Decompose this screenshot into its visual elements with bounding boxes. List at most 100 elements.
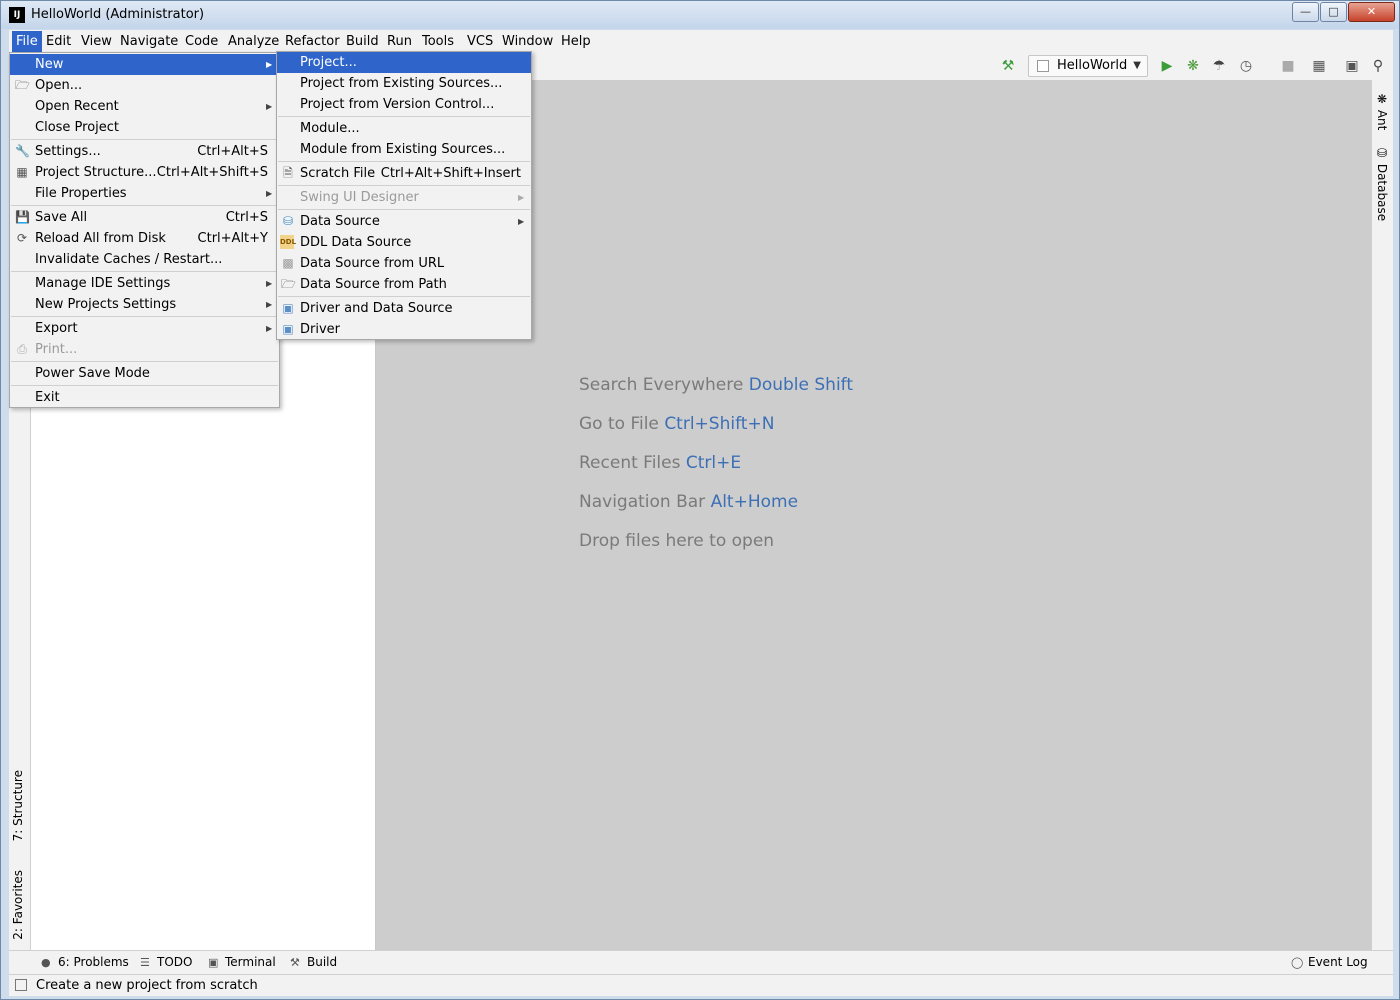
menu-item-label: New Projects Settings: [35, 297, 177, 312]
project-structure-icon[interactable]: ▦: [1310, 58, 1328, 74]
file-menu-close-project[interactable]: Close Project: [10, 117, 279, 138]
new-ddl-data-source[interactable]: DDL DDL Data Source: [277, 232, 531, 253]
new-driver[interactable]: ▣ Driver: [277, 319, 531, 340]
layout-toggle-icon[interactable]: [15, 979, 27, 991]
file-menu-settings[interactable]: 🔧 Settings... Ctrl+Alt+S: [10, 141, 279, 162]
close-button[interactable]: ✕: [1348, 2, 1395, 22]
menu-separator: [11, 139, 278, 140]
file-menu-invalidate-caches[interactable]: Invalidate Caches / Restart...: [10, 249, 279, 270]
title-bar: IJ HelloWorld (Administrator) — □ ✕: [1, 1, 1399, 29]
menu-edit[interactable]: Edit: [42, 31, 75, 52]
menu-file[interactable]: File: [12, 31, 42, 52]
new-scratch-file[interactable]: 🗎 Scratch File Ctrl+Alt+Shift+Insert: [277, 163, 531, 184]
menu-item-label: DDL Data Source: [300, 235, 412, 250]
menu-window[interactable]: Window: [498, 31, 557, 52]
terminal-icon[interactable]: ▣: [1343, 58, 1361, 74]
file-menu-open-recent[interactable]: Open Recent ▶: [10, 96, 279, 117]
menu-run[interactable]: Run: [383, 31, 416, 52]
file-menu: New ▶ 🗁 Open... Open Recent ▶ Close Proj…: [9, 52, 280, 408]
menu-separator: [11, 385, 278, 386]
stop-icon[interactable]: ■: [1279, 58, 1297, 74]
hint-search-everywhere: Search Everywhere Double Shift: [579, 375, 853, 395]
driver-icon: ▣: [282, 301, 294, 315]
intellij-app-icon: IJ: [9, 7, 25, 23]
file-menu-new-projects-settings[interactable]: New Projects Settings ▶: [10, 294, 279, 315]
coverage-icon[interactable]: ☂: [1210, 58, 1228, 74]
terminal-icon: ▣: [208, 956, 219, 969]
new-data-source-from-path[interactable]: 🗁 Data Source from Path: [277, 274, 531, 295]
search-icon[interactable]: ⚲: [1369, 58, 1387, 74]
chevron-down-icon: ▼: [1133, 60, 1141, 71]
file-menu-export[interactable]: Export ▶: [10, 318, 279, 339]
new-project[interactable]: Project...: [277, 52, 531, 73]
file-menu-open[interactable]: 🗁 Open...: [10, 75, 279, 96]
menu-separator: [11, 205, 278, 206]
hammer-icon[interactable]: ⚒: [999, 58, 1017, 74]
menu-help[interactable]: Help: [557, 31, 595, 52]
menu-vcs[interactable]: VCS: [463, 31, 497, 52]
new-project-from-vcs[interactable]: Project from Version Control...: [277, 94, 531, 115]
hint-text: Go to File: [579, 414, 665, 434]
menu-view[interactable]: View: [77, 31, 116, 52]
new-data-source-from-url[interactable]: ▩ Data Source from URL: [277, 253, 531, 274]
hint-shortcut: Ctrl+Shift+N: [664, 414, 775, 434]
problems-icon: ●: [41, 956, 51, 969]
menu-analyze[interactable]: Analyze: [224, 31, 283, 52]
menu-separator: [278, 296, 530, 297]
menu-item-shortcut: Ctrl+Alt+Shift+S: [156, 165, 268, 180]
menu-item-label: Data Source from Path: [300, 277, 447, 292]
file-menu-print[interactable]: ⎙ Print...: [10, 339, 279, 360]
ant-icon: ❋: [1375, 92, 1389, 110]
favorites-tool-button[interactable]: 2: Favorites: [11, 870, 25, 940]
menu-item-label: Invalidate Caches / Restart...: [35, 252, 223, 267]
hint-navigation-bar: Navigation Bar Alt+Home: [579, 492, 798, 512]
menu-item-label: Print...: [35, 342, 78, 357]
menu-tools[interactable]: Tools: [418, 31, 458, 52]
new-data-source[interactable]: ⛁ Data Source ▶: [277, 211, 531, 232]
file-menu-save-all[interactable]: 💾 Save All Ctrl+S: [10, 207, 279, 228]
submenu-arrow-icon: ▶: [266, 300, 273, 309]
file-menu-reload-all[interactable]: ⟳ Reload All from Disk Ctrl+Alt+Y: [10, 228, 279, 249]
minimize-button[interactable]: —: [1292, 2, 1319, 22]
menu-separator: [11, 361, 278, 362]
event-log-tool-button[interactable]: ◯ Event Log: [1291, 955, 1368, 969]
submenu-arrow-icon: ▶: [266, 60, 273, 69]
terminal-tool-button[interactable]: ▣ Terminal: [208, 955, 276, 969]
maximize-button[interactable]: □: [1320, 2, 1347, 22]
event-log-icon: ◯: [1291, 956, 1304, 969]
new-driver-and-data-source[interactable]: ▣ Driver and Data Source: [277, 298, 531, 319]
file-menu-file-properties[interactable]: File Properties ▶: [10, 183, 279, 204]
ant-tool-button[interactable]: ❋ Ant: [1375, 92, 1389, 130]
file-menu-exit[interactable]: Exit: [10, 387, 279, 408]
menu-item-shortcut: Ctrl+S: [225, 210, 268, 225]
profile-icon[interactable]: ◷: [1237, 58, 1255, 74]
file-menu-power-save-mode[interactable]: Power Save Mode: [10, 363, 279, 384]
submenu-arrow-icon: ▶: [266, 324, 273, 333]
menu-separator: [11, 271, 278, 272]
problems-tool-button[interactable]: ● 6: Problems: [41, 955, 129, 969]
menu-build[interactable]: Build: [342, 31, 383, 52]
status-bar: Create a new project from scratch: [9, 974, 1393, 996]
run-icon[interactable]: ▶: [1158, 58, 1176, 74]
debug-icon[interactable]: ❋: [1184, 58, 1202, 74]
new-module-from-existing-sources[interactable]: Module from Existing Sources...: [277, 139, 531, 160]
build-tool-button[interactable]: ⚒ Build: [290, 955, 337, 969]
menu-item-label: Exit: [35, 390, 60, 405]
structure-tool-button[interactable]: 7: Structure: [11, 770, 25, 841]
tool-window-bar: ● 6: Problems ☰ TODO ▣ Terminal ⚒ Build ◯ Eve…: [9, 950, 1393, 974]
file-menu-project-structure[interactable]: ▦ Project Structure... Ctrl+Alt+Shift+S: [10, 162, 279, 183]
database-tool-button[interactable]: ⛁ Database: [1375, 146, 1389, 221]
todo-tool-button[interactable]: ☰ TODO: [140, 955, 192, 969]
file-menu-new[interactable]: New ▶: [10, 54, 279, 75]
menu-item-label: Close Project: [35, 120, 120, 135]
menu-navigate[interactable]: Navigate: [116, 31, 182, 52]
new-module[interactable]: Module...: [277, 118, 531, 139]
build-label: Build: [307, 955, 338, 969]
file-menu-manage-ide-settings[interactable]: Manage IDE Settings ▶: [10, 273, 279, 294]
menu-refactor[interactable]: Refactor: [281, 31, 344, 52]
new-swing-ui-designer[interactable]: Swing UI Designer ▶: [277, 187, 531, 208]
menu-code[interactable]: Code: [181, 31, 222, 52]
new-project-from-existing-sources[interactable]: Project from Existing Sources...: [277, 73, 531, 94]
run-config-selector[interactable]: HelloWorld ▼: [1028, 55, 1148, 77]
todo-label: TODO: [157, 955, 193, 969]
